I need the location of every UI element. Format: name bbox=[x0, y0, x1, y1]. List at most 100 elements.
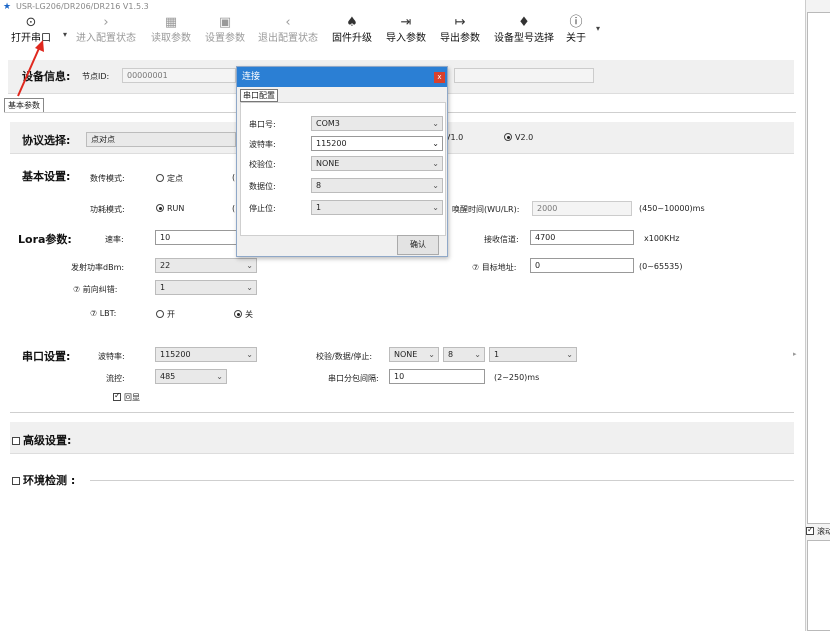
radio-dot-icon bbox=[156, 204, 164, 212]
run-radio[interactable]: RUN bbox=[156, 204, 184, 213]
dialog-stop-select[interactable]: 1 ⌄ bbox=[311, 200, 443, 215]
connect-dialog: 连接 x 串口配置 串口号: COM3 ⌄ 波特率: 115200 ⌄ 校验位: N… bbox=[236, 66, 448, 257]
dialog-data-label: 数据位: bbox=[249, 182, 276, 191]
about-button[interactable]: ⓘ 关于 bbox=[562, 14, 590, 52]
port-select[interactable]: COM3 ⌄ bbox=[311, 116, 443, 131]
dialog-baud-combo[interactable]: 115200 ⌄ bbox=[311, 136, 443, 151]
device-info-extra-input[interactable] bbox=[454, 68, 594, 83]
chevron-down-icon: ⌄ bbox=[432, 119, 439, 128]
chevron-down-icon: ⌄ bbox=[428, 350, 435, 359]
upload-icon: ♠ bbox=[346, 15, 358, 30]
export-icon: ↦ bbox=[454, 15, 466, 30]
tab-serial-config[interactable]: 串口配置 bbox=[240, 89, 278, 102]
send-area[interactable] bbox=[807, 540, 830, 631]
serial-parity-select[interactable]: NONE ⌄ bbox=[389, 347, 439, 362]
flow-control-select[interactable]: 485 ⌄ bbox=[155, 369, 227, 384]
annotation-arrow-icon bbox=[17, 40, 44, 97]
advanced-settings-checkbox[interactable]: 高级设置: bbox=[12, 432, 71, 448]
lora-params-label: Lora参数: bbox=[18, 233, 72, 246]
packet-interval-label: 串口分包间隔: bbox=[328, 374, 379, 383]
flow-control-label: 流控: bbox=[106, 374, 125, 383]
node-id-input[interactable]: 00000001 bbox=[122, 68, 236, 83]
log-area[interactable] bbox=[807, 12, 830, 524]
chevron-down-icon: ⌄ bbox=[566, 350, 573, 359]
firmware-upgrade-button[interactable]: ♠ 固件升级 bbox=[328, 14, 376, 52]
transfer-mode-label: 数传模式: bbox=[90, 174, 125, 183]
recv-channel-input[interactable]: 4700 bbox=[530, 230, 634, 245]
info-icon: ⓘ bbox=[569, 15, 583, 30]
splitter-grip-icon[interactable]: ▸ bbox=[793, 350, 797, 358]
protocol-select[interactable]: 点对点 bbox=[86, 132, 236, 147]
lbt-on-radio[interactable]: 开 bbox=[156, 309, 175, 320]
confirm-button[interactable]: 确认 bbox=[397, 235, 439, 255]
protocol-label: 协议选择: bbox=[22, 134, 71, 147]
env-detect-checkbox[interactable]: 环境检测 : bbox=[12, 472, 75, 488]
device-model-button[interactable]: ♦ 设备型号选择 bbox=[490, 14, 558, 52]
set-params-button[interactable]: ▣ 设置参数 bbox=[200, 14, 250, 52]
protocol-v2-radio[interactable]: V2.0 bbox=[504, 133, 533, 142]
open-port-dropdown-icon[interactable]: ▾ bbox=[63, 30, 67, 39]
chevron-left-icon: ‹ bbox=[285, 15, 291, 30]
serial-data-select[interactable]: 8 ⌄ bbox=[443, 347, 485, 362]
fec-select[interactable]: 1 ⌄ bbox=[155, 280, 257, 295]
chevron-down-icon: ⌄ bbox=[432, 159, 439, 168]
echo-checkbox[interactable]: 回显 bbox=[113, 391, 140, 403]
wake-time-label: 唤醒时间(WU/LR): bbox=[452, 205, 520, 214]
chevron-down-icon: ⌄ bbox=[216, 372, 223, 381]
lbt-label: ⑦ LBT: bbox=[90, 309, 117, 318]
read-params-button[interactable]: ▦ 读取参数 bbox=[146, 14, 196, 52]
tx-power-select[interactable]: 22 ⌄ bbox=[155, 258, 257, 273]
export-params-button[interactable]: ↦ 导出参数 bbox=[436, 14, 484, 52]
grid-icon: ▦ bbox=[164, 15, 178, 30]
power-mode-label: 功耗模式: bbox=[90, 205, 125, 214]
radio-dot-icon bbox=[234, 310, 242, 318]
chevron-down-icon: ⌄ bbox=[432, 139, 439, 148]
enter-config-button[interactable]: › 进入配置状态 bbox=[73, 14, 139, 52]
dialog-stop-label: 停止位: bbox=[249, 204, 276, 213]
check-icon bbox=[806, 525, 814, 535]
lbt-off-radio[interactable]: 关 bbox=[234, 309, 253, 320]
chevron-right-icon: › bbox=[103, 15, 109, 30]
radio-dot-icon bbox=[156, 174, 164, 182]
serial-baud-label: 波特率: bbox=[98, 352, 125, 361]
packet-interval-range: (2~250)ms bbox=[494, 373, 540, 382]
recv-channel-unit: x100KHz bbox=[644, 234, 680, 243]
rate-input[interactable]: 10 bbox=[155, 230, 237, 245]
tab-basic-params[interactable]: 基本参数 bbox=[4, 98, 44, 112]
import-icon: ⇥ bbox=[400, 15, 412, 30]
packet-interval-input[interactable]: 10 bbox=[389, 369, 485, 384]
checkbox-icon bbox=[12, 477, 20, 485]
about-dropdown-icon[interactable]: ▾ bbox=[596, 24, 600, 33]
save-icon: ▣ bbox=[218, 15, 232, 30]
power-mode-radio-2[interactable]: ( bbox=[232, 204, 235, 213]
serial-settings-label: 串口设置: bbox=[22, 350, 71, 363]
dialog-body: 串口号: COM3 ⌄ 波特率: 115200 ⌄ 校验位: NONE ⌄ 数据位: … bbox=[240, 102, 446, 236]
wake-time-input[interactable]: 2000 bbox=[532, 201, 632, 216]
serial-baud-select[interactable]: 115200 ⌄ bbox=[155, 347, 257, 362]
auto-scroll-checkbox[interactable]: 滚动 bbox=[806, 525, 830, 537]
chevron-down-icon: ⌄ bbox=[246, 261, 253, 270]
check-circle-icon: ⊙ bbox=[25, 15, 37, 30]
target-addr-input[interactable]: 0 bbox=[530, 258, 634, 273]
dialog-data-select[interactable]: 8 ⌄ bbox=[311, 178, 443, 193]
import-params-button[interactable]: ⇥ 导入参数 bbox=[382, 14, 430, 52]
fixed-point-radio[interactable]: 定点 bbox=[156, 173, 183, 184]
window-title: USR-LG206/DR206/DR216 V1.5.3 bbox=[16, 2, 149, 11]
serial-stop-select[interactable]: 1 ⌄ bbox=[489, 347, 577, 362]
chevron-down-icon: ⌄ bbox=[432, 203, 439, 212]
chevron-down-icon: ⌄ bbox=[246, 283, 253, 292]
tx-power-label: 发射功率dBm: bbox=[71, 263, 125, 272]
chevron-down-icon: ⌄ bbox=[432, 181, 439, 190]
recv-channel-label: 接收信道: bbox=[484, 235, 519, 244]
basic-settings-label: 基本设置: bbox=[22, 170, 71, 183]
node-id-label: 节点ID: bbox=[82, 72, 110, 81]
dialog-parity-select[interactable]: NONE ⌄ bbox=[311, 156, 443, 171]
exit-config-button[interactable]: ‹ 退出配置状态 bbox=[254, 14, 322, 52]
chevron-down-icon: ⌄ bbox=[246, 350, 253, 359]
target-addr-range: (0~65535) bbox=[639, 262, 683, 271]
dialog-title: 连接 bbox=[237, 67, 447, 87]
advanced-panel bbox=[10, 422, 794, 454]
title-bar: ★ USR-LG206/DR206/DR216 V1.5.3 bbox=[0, 0, 830, 14]
dialog-close-button[interactable]: x bbox=[434, 72, 445, 83]
transfer-mode-radio-2[interactable]: ( bbox=[232, 173, 235, 182]
